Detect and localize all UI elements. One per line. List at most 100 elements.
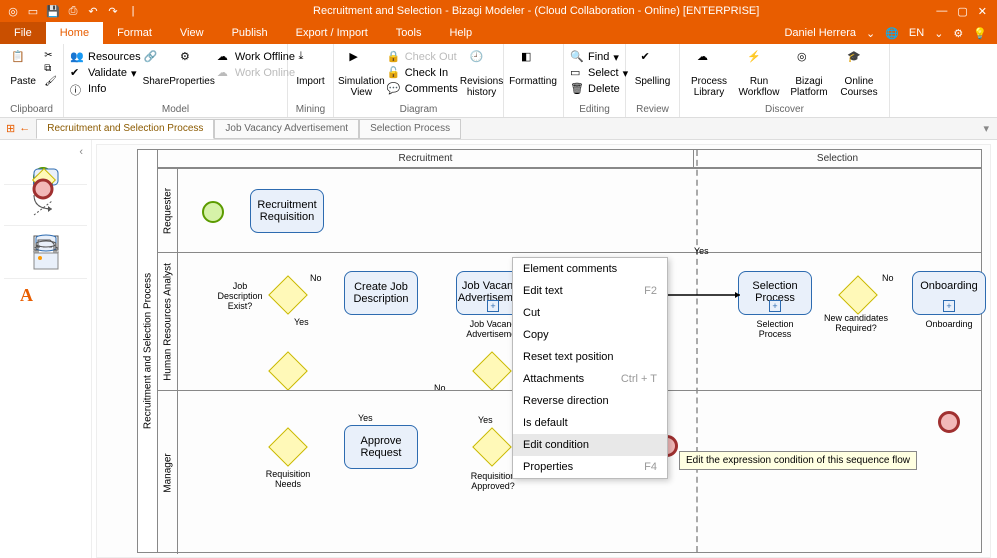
gateway-requisition-approved[interactable] (472, 427, 512, 467)
user-chevron-icon[interactable]: ⌄ (866, 27, 875, 40)
lane-hr-analyst[interactable]: Human Resources Analyst (158, 253, 178, 390)
lightbulb-icon[interactable]: 💡 (973, 27, 987, 40)
subprocess-selection[interactable]: Selection Process+ (738, 271, 812, 315)
tab-tools[interactable]: Tools (382, 22, 436, 44)
select-button[interactable]: ▭Select▾ (570, 66, 628, 80)
formatting-button[interactable]: ◧Formatting (508, 48, 558, 87)
qat-new-icon[interactable]: ▭ (26, 4, 40, 18)
spelling-button[interactable]: ✔Spelling (630, 48, 675, 87)
pool-header[interactable]: Recruitment and Selection Process (138, 150, 158, 552)
ctx-edit-text[interactable]: Edit textF2 (513, 280, 667, 302)
ctx-properties[interactable]: PropertiesF4 (513, 456, 667, 478)
doctab-job-vacancy[interactable]: Job Vacancy Advertisement (214, 119, 359, 139)
tab-view[interactable]: View (166, 22, 218, 44)
doctabs-chevron-icon[interactable]: ▾ (975, 122, 997, 135)
palette-text[interactable]: A (13, 285, 41, 307)
share-button[interactable]: 🔗Share (143, 48, 170, 87)
gateway-requisition-needs[interactable] (268, 427, 308, 467)
ctx-reset-text-position[interactable]: Reset text position (513, 346, 667, 368)
expand-icon[interactable]: + (487, 300, 499, 312)
group-editing-label: Editing (564, 103, 625, 117)
gateway-merge-2[interactable] (472, 351, 512, 391)
revisions-history-button[interactable]: 🕘Revisions history (460, 48, 503, 98)
minimize-icon[interactable]: — (936, 5, 947, 18)
settings-gear-icon[interactable]: ⚙ (953, 27, 963, 40)
palette-association[interactable] (32, 197, 60, 219)
tab-export[interactable]: Export / Import (282, 22, 382, 44)
cloud-library-icon: ☁ (697, 50, 721, 74)
lane-manager[interactable]: Manager (158, 391, 178, 554)
properties-button[interactable]: ⚙Properties (169, 48, 215, 87)
label-yes-gateway: Yes (694, 246, 709, 256)
tab-format[interactable]: Format (103, 22, 166, 44)
work-offline-button[interactable]: ☁Work Offline (217, 50, 295, 64)
paste-icon: 📋 (11, 50, 35, 74)
qat-save-icon[interactable]: 💾 (46, 4, 60, 18)
ctx-cut[interactable]: Cut (513, 302, 667, 324)
expand-icon[interactable]: + (943, 300, 955, 312)
group-mining-label: Mining (288, 103, 333, 117)
group-model-label: Model (64, 103, 287, 117)
run-workflow-button[interactable]: ⚡Run Workflow (734, 48, 784, 98)
bizagi-platform-button[interactable]: ◎Bizagi Platform (784, 48, 834, 98)
validate-button[interactable]: ✔Validate▾ (70, 66, 141, 80)
comments-button[interactable]: 💬Comments (387, 82, 458, 96)
delete-button[interactable]: 🗑Delete (570, 82, 628, 96)
gateway-merge-1[interactable] (268, 351, 308, 391)
task-create-job-desc[interactable]: Create Job Description (344, 271, 418, 315)
close-icon[interactable]: ✕ (978, 5, 987, 18)
gateway-job-desc-exist[interactable] (268, 275, 308, 315)
diagram-icon[interactable]: ⊞ (6, 122, 15, 135)
lane-requester[interactable]: Requester (158, 169, 178, 252)
phase-selection[interactable]: Selection (693, 150, 981, 168)
lang-chevron-icon[interactable]: ⌄ (934, 27, 943, 40)
tab-home[interactable]: Home (46, 22, 103, 44)
info-button[interactable]: ⓘInfo (70, 82, 141, 96)
online-courses-button[interactable]: 🎓Online Courses (834, 48, 884, 98)
task-approve-request[interactable]: Approve Request (344, 425, 418, 469)
qat-redo-icon[interactable]: ↷ (106, 4, 120, 18)
phase-recruitment[interactable]: Recruitment (158, 150, 693, 168)
delete-icon: 🗑 (570, 82, 584, 96)
tab-publish[interactable]: Publish (218, 22, 282, 44)
doctab-selection[interactable]: Selection Process (359, 119, 461, 139)
diagram-canvas[interactable]: Recruitment and Selection Process Recrui… (96, 144, 991, 558)
process-library-button[interactable]: ☁Process Library (684, 48, 734, 98)
maximize-icon[interactable]: ▢ (957, 5, 967, 18)
palette-collapse-icon[interactable]: ‹ (4, 144, 87, 160)
tab-help[interactable]: Help (435, 22, 486, 44)
ctx-is-default[interactable]: Is default (513, 412, 667, 434)
format-painter-icon[interactable]: 🖌 (44, 76, 57, 87)
qat-undo-icon[interactable]: ↶ (86, 4, 100, 18)
doctab-main[interactable]: Recruitment and Selection Process (36, 119, 214, 139)
back-arrow-icon[interactable]: ← (19, 122, 30, 135)
find-icon: 🔍 (570, 50, 584, 64)
qat-print-icon[interactable]: ⎙ (66, 4, 80, 18)
cut-icon[interactable]: ✂ (44, 50, 57, 61)
simulation-view-button[interactable]: ▶Simulation View (338, 48, 385, 98)
check-in-button[interactable]: 🔓Check In (387, 66, 458, 80)
gateway-new-candidates[interactable] (838, 275, 878, 315)
copy-icon[interactable]: ⧉ (44, 63, 57, 74)
globe-icon[interactable]: 🌐 (885, 27, 899, 40)
start-event[interactable] (202, 201, 224, 223)
ctx-element-comments[interactable]: Element comments (513, 258, 667, 280)
language-label[interactable]: EN (909, 27, 924, 39)
user-name[interactable]: Daniel Herrera (784, 27, 856, 39)
import-button[interactable]: ⤓Import (292, 48, 329, 87)
end-event-main[interactable] (938, 411, 960, 433)
ctx-edit-condition[interactable]: Edit condition (513, 434, 667, 456)
find-button[interactable]: 🔍Find▾ (570, 50, 628, 64)
palette-image[interactable] (32, 250, 60, 272)
work-online-button: ☁Work Online (217, 66, 295, 80)
resources-button[interactable]: 👥Resources (70, 50, 141, 64)
task-recruitment-requisition[interactable]: Recruitment Requisition (250, 189, 324, 233)
ctx-copy[interactable]: Copy (513, 324, 667, 346)
tooltip: Edit the expression condition of this se… (679, 451, 917, 470)
subprocess-onboarding[interactable]: Onboarding+ (912, 271, 986, 315)
paste-button[interactable]: 📋 Paste (4, 48, 42, 87)
tab-file[interactable]: File (0, 22, 46, 44)
ctx-reverse-direction[interactable]: Reverse direction (513, 390, 667, 412)
expand-icon[interactable]: + (769, 300, 781, 312)
ctx-attachments[interactable]: AttachmentsCtrl + T (513, 368, 667, 390)
